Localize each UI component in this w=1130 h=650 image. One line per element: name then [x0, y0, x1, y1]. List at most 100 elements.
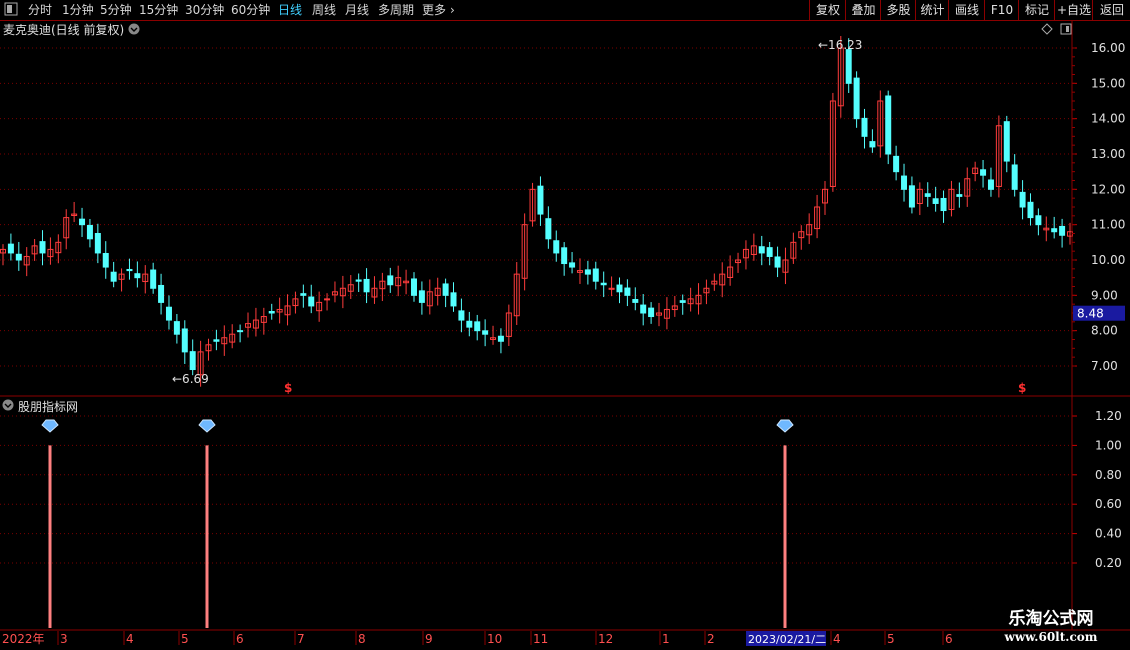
- candle-body: [924, 193, 931, 197]
- month-label: 6: [945, 632, 953, 646]
- low-price-label: ←6.69: [172, 372, 209, 386]
- candle-body: [466, 320, 473, 328]
- candle-body: [893, 155, 900, 173]
- candle-body: [482, 330, 489, 335]
- candle-body: [908, 185, 915, 208]
- candle-body: [1019, 191, 1026, 208]
- candle-body: [561, 247, 568, 265]
- y-tick-label: 11.00: [1091, 218, 1125, 232]
- current-price-label: 8.48: [1077, 307, 1104, 321]
- candle-body: [592, 268, 599, 282]
- month-label: 6: [236, 632, 244, 646]
- y-tick-label: 0.40: [1095, 527, 1122, 541]
- candle-body: [173, 321, 180, 335]
- candle-body: [94, 233, 101, 254]
- signal-bar: [783, 445, 787, 628]
- candle-body: [158, 284, 165, 303]
- candle-body: [545, 218, 552, 240]
- diamond-signal-icon: [198, 419, 216, 433]
- cursor-date-label: 2023/02/21/二: [748, 633, 826, 646]
- candle-body: [679, 300, 686, 303]
- candle-body: [79, 218, 86, 226]
- candle-body: [150, 269, 157, 289]
- month-label: 11: [533, 632, 548, 646]
- candle-body: [458, 310, 465, 321]
- panel-layout-icon[interactable]: [1060, 23, 1072, 35]
- y-tick-label: 12.00: [1091, 182, 1125, 196]
- dividend-marker-icon: $: [284, 381, 292, 395]
- month-label: 7: [297, 632, 305, 646]
- y-tick-label: 10.00: [1091, 253, 1125, 267]
- candle-body: [324, 298, 331, 301]
- candle-body: [845, 49, 852, 84]
- candle-body: [474, 321, 481, 332]
- dividend-marker-icon: $: [1018, 381, 1026, 395]
- collapse-main-icon[interactable]: [128, 23, 140, 35]
- diamond-signal-icon: [41, 419, 59, 433]
- watermark: 乐淘公式网 www.60lt.com: [996, 609, 1106, 645]
- candle-body: [355, 279, 362, 282]
- candle-body: [410, 278, 417, 296]
- candle-body: [553, 240, 560, 254]
- diamond-toggle-icon[interactable]: [1041, 23, 1053, 35]
- candle-body: [308, 296, 315, 307]
- candle-body: [450, 292, 457, 307]
- candle-body: [869, 141, 876, 148]
- candle-body: [15, 253, 22, 261]
- y-tick-label: 0.20: [1095, 556, 1122, 570]
- candle-body: [1011, 164, 1018, 190]
- stock-chart[interactable]: ←16.23←6.69 16.0015.0014.0013.0012.0011.…: [0, 0, 1130, 650]
- candle-body: [980, 169, 987, 176]
- diamond-signal-icon: [776, 419, 794, 433]
- y-tick-label: 0.60: [1095, 497, 1122, 511]
- y-tick-label: 8.00: [1091, 324, 1118, 338]
- month-label: 9: [425, 632, 433, 646]
- candle-body: [600, 282, 607, 286]
- watermark-line2: www.60lt.com: [1004, 630, 1098, 644]
- candle-body: [758, 246, 765, 254]
- candle-body: [442, 283, 449, 296]
- candle-body: [956, 194, 963, 197]
- candle-body: [7, 243, 14, 254]
- y-tick-label: 13.00: [1091, 147, 1125, 161]
- y-tick-label: 14.00: [1091, 112, 1125, 126]
- candle-body: [648, 307, 655, 318]
- candle-body: [213, 339, 220, 342]
- candle-body: [387, 275, 394, 286]
- candle-body: [901, 175, 908, 190]
- candle-body: [987, 179, 994, 190]
- candle-body: [632, 299, 639, 303]
- candle-body: [39, 241, 46, 254]
- candle-body: [537, 185, 544, 215]
- y-tick-label: 16.00: [1091, 41, 1125, 55]
- candle-body: [853, 77, 860, 120]
- candle-body: [861, 117, 868, 137]
- candle-body: [940, 197, 947, 212]
- candle-body: [774, 256, 781, 268]
- y-tick-label: 9.00: [1091, 288, 1118, 302]
- candle-body: [189, 351, 196, 371]
- candle-body: [1027, 201, 1034, 219]
- candle-body: [126, 268, 133, 272]
- candle-body: [102, 253, 109, 268]
- candle-body: [418, 290, 425, 303]
- candle-body: [766, 247, 773, 257]
- month-label: 5: [887, 632, 895, 646]
- collapse-indicator-icon[interactable]: [2, 399, 14, 411]
- candle-body: [165, 306, 172, 321]
- candle-body: [885, 95, 892, 155]
- y-tick-label: 1.00: [1095, 438, 1122, 452]
- y-tick-label: 7.00: [1091, 359, 1118, 373]
- month-label: 3: [60, 632, 68, 646]
- month-label: 10: [487, 632, 502, 646]
- candle-body: [1003, 121, 1010, 162]
- year-label: 2022年: [2, 632, 45, 646]
- candle-body: [1059, 225, 1066, 236]
- candle-body: [497, 335, 504, 342]
- candle-body: [363, 278, 370, 293]
- candle-body: [616, 284, 623, 293]
- candle-body: [134, 273, 141, 279]
- month-label: 1: [662, 632, 670, 646]
- candle-body: [181, 328, 188, 353]
- y-tick-label: 0.80: [1095, 468, 1122, 482]
